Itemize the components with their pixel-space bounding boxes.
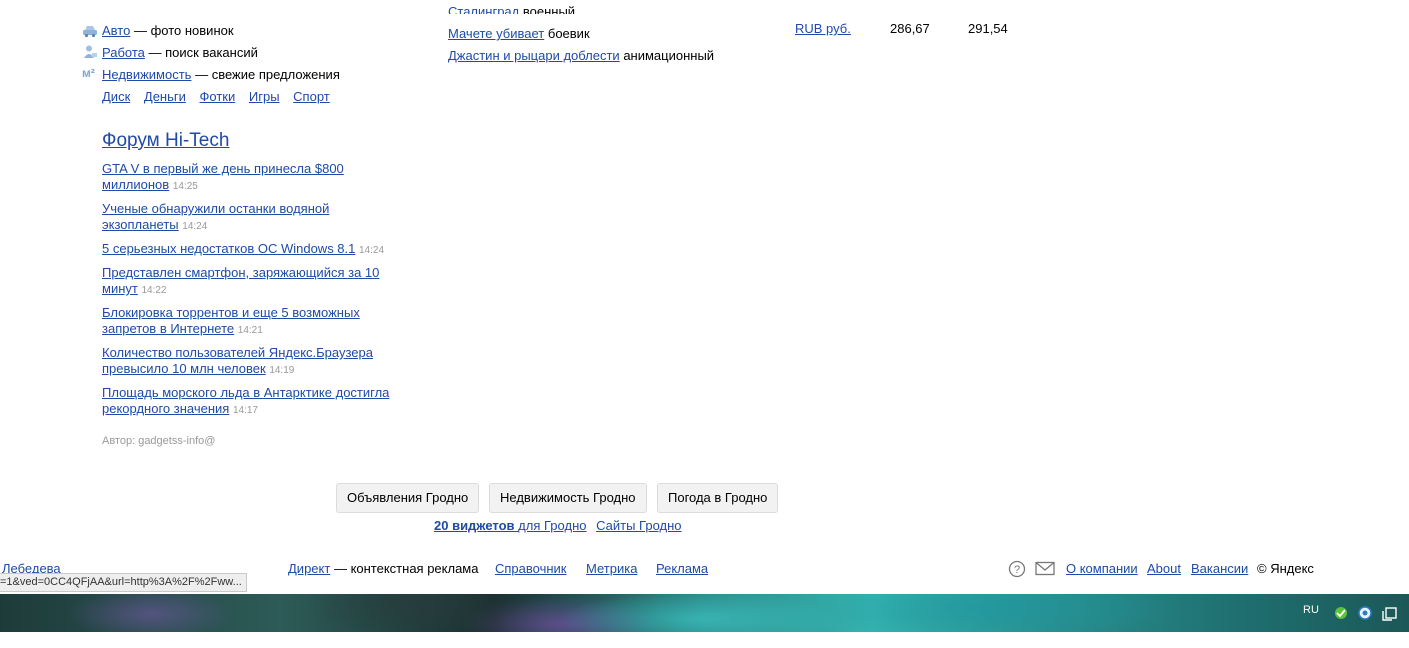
taskbar: RU bbox=[0, 594, 1409, 632]
movie-link[interactable]: Мачете убивает bbox=[448, 26, 544, 41]
forum-item-link[interactable]: Ученые обнаружили останки водяной экзопл… bbox=[102, 201, 329, 232]
forum-item: GTA V в первый же день принесла $800 мил… bbox=[102, 161, 392, 195]
language-indicator[interactable]: RU bbox=[1303, 604, 1319, 616]
tray-network-icon[interactable] bbox=[1357, 606, 1373, 623]
service-item-realty: Недвижимость — свежие предложения bbox=[102, 67, 340, 82]
service-link-auto[interactable]: Авто bbox=[102, 23, 130, 38]
forum-item: Количество пользователей Яндекс.Браузера… bbox=[102, 345, 392, 379]
service-link-realty[interactable]: Недвижимость bbox=[102, 67, 191, 82]
footer-direct: Директ — контекстная реклама bbox=[288, 561, 478, 576]
forum-item-link[interactable]: Блокировка торрентов и еще 5 возможных з… bbox=[102, 305, 360, 336]
service-desc-auto: — фото новинок bbox=[133, 23, 234, 38]
forum-item: Ученые обнаружили останки водяной экзопл… bbox=[102, 201, 392, 235]
currency-row-partial bbox=[795, 4, 851, 16]
forum-item-link[interactable]: GTA V в первый же день принесла $800 мил… bbox=[102, 161, 344, 192]
forum-item: 5 серьезных недостатков ОС Windows 8.1 1… bbox=[102, 241, 402, 259]
quick-link-money[interactable]: Деньги bbox=[144, 89, 186, 104]
movie-item: Джастин и рыцари доблести анимационный bbox=[448, 48, 714, 63]
svg-text:?: ? bbox=[1014, 564, 1020, 576]
worker-icon bbox=[82, 45, 98, 59]
direct-desc: — контекстная реклама bbox=[333, 561, 479, 576]
forum-item-time: 14:19 bbox=[269, 365, 295, 376]
quick-links: Диск Деньги Фотки Игры Спорт bbox=[102, 89, 330, 104]
movie-item-partial: Сталинград военный bbox=[448, 4, 575, 14]
forum-author: Автор: gadgetss-info@ bbox=[102, 435, 216, 447]
quick-link-disk[interactable]: Диск bbox=[102, 89, 130, 104]
quick-link-sport[interactable]: Спорт bbox=[293, 89, 330, 104]
forum-item-link[interactable]: Количество пользователей Яндекс.Браузера… bbox=[102, 345, 373, 376]
service-desc-realty: — свежие предложения bbox=[195, 67, 340, 82]
movie-item: Мачете убивает боевик bbox=[448, 26, 590, 41]
forum-item: Площадь морского льда в Антарктике дости… bbox=[102, 385, 392, 419]
status-bar-url: =1&ved=0CC4QFjAA&url=http%3A%2F%2Fww... bbox=[0, 573, 247, 592]
direct-link[interactable]: Директ bbox=[288, 561, 330, 576]
service-item-work: Работа — поиск вакансий bbox=[102, 45, 258, 60]
forum-item-time: 14:24 bbox=[359, 245, 385, 256]
car-icon bbox=[82, 24, 98, 38]
forum-title[interactable]: Форум Hi-Tech bbox=[102, 130, 229, 152]
movie-link[interactable]: Джастин и рыцари доблести bbox=[448, 48, 620, 63]
forum-item-time: 14:17 bbox=[232, 405, 258, 416]
forum-item-time: 14:22 bbox=[141, 285, 167, 296]
widgets-count: 20 виджетов bbox=[434, 518, 515, 533]
forum-item-link[interactable]: 5 серьезных недостатков ОС Windows 8.1 bbox=[102, 241, 355, 256]
tray-shield-icon[interactable] bbox=[1334, 606, 1348, 623]
realty-grodno-button[interactable]: Недвижимость Гродно bbox=[489, 483, 647, 513]
footer-link-ads[interactable]: Реклама bbox=[656, 561, 708, 576]
ads-grodno-button[interactable]: Объявления Гродно bbox=[336, 483, 480, 513]
weather-grodno-button[interactable]: Погода в Гродно bbox=[657, 483, 779, 513]
forum-item-time: 14:21 bbox=[237, 325, 263, 336]
service-link-work[interactable]: Работа bbox=[102, 45, 145, 60]
footer-link-directory[interactable]: Справочник bbox=[495, 561, 567, 576]
tray-action-center-icon[interactable] bbox=[1382, 605, 1398, 624]
service-desc-work: — поиск вакансий bbox=[148, 45, 258, 60]
currency-label[interactable]: RUB руб. bbox=[795, 21, 851, 36]
copyright: © Яндекс bbox=[1257, 561, 1314, 576]
footer-link-about[interactable]: About bbox=[1147, 561, 1181, 576]
forum-item: Блокировка торрентов и еще 5 возможных з… bbox=[102, 305, 392, 339]
sites-grodno-link[interactable]: Сайты Гродно bbox=[596, 518, 681, 533]
forum-item: Представлен смартфон, заряжающийся за 10… bbox=[102, 265, 392, 299]
square-meter-icon: м² bbox=[82, 66, 95, 80]
movie-genre: боевик bbox=[547, 26, 590, 41]
widgets-region: для Гродно bbox=[518, 518, 587, 533]
currency-buy: 286,67 bbox=[890, 21, 930, 36]
footer-link-metrika[interactable]: Метрика bbox=[586, 561, 637, 576]
footer-link-vacancies[interactable]: Вакансии bbox=[1191, 561, 1248, 576]
quick-link-games[interactable]: Игры bbox=[249, 89, 280, 104]
movie-link[interactable]: Сталинград bbox=[448, 4, 519, 14]
forum-item-time: 14:24 bbox=[182, 221, 208, 232]
currency-sell: 291,54 bbox=[968, 21, 1008, 36]
footer-link-about-company[interactable]: О компании bbox=[1066, 561, 1138, 576]
movie-genre: анимационный bbox=[623, 48, 715, 63]
widgets-link[interactable]: 20 виджетов для Гродно bbox=[434, 518, 586, 533]
quick-link-photos[interactable]: Фотки bbox=[200, 89, 236, 104]
forum-item-time: 14:25 bbox=[172, 181, 198, 192]
service-item-auto: Авто — фото новинок bbox=[102, 23, 234, 38]
widgets-line: 20 виджетов для Гродно Сайты Гродно bbox=[434, 518, 682, 533]
feedback-mail-icon[interactable] bbox=[1035, 561, 1055, 579]
movie-genre: военный bbox=[522, 4, 576, 14]
help-icon[interactable]: ? bbox=[1008, 560, 1026, 581]
